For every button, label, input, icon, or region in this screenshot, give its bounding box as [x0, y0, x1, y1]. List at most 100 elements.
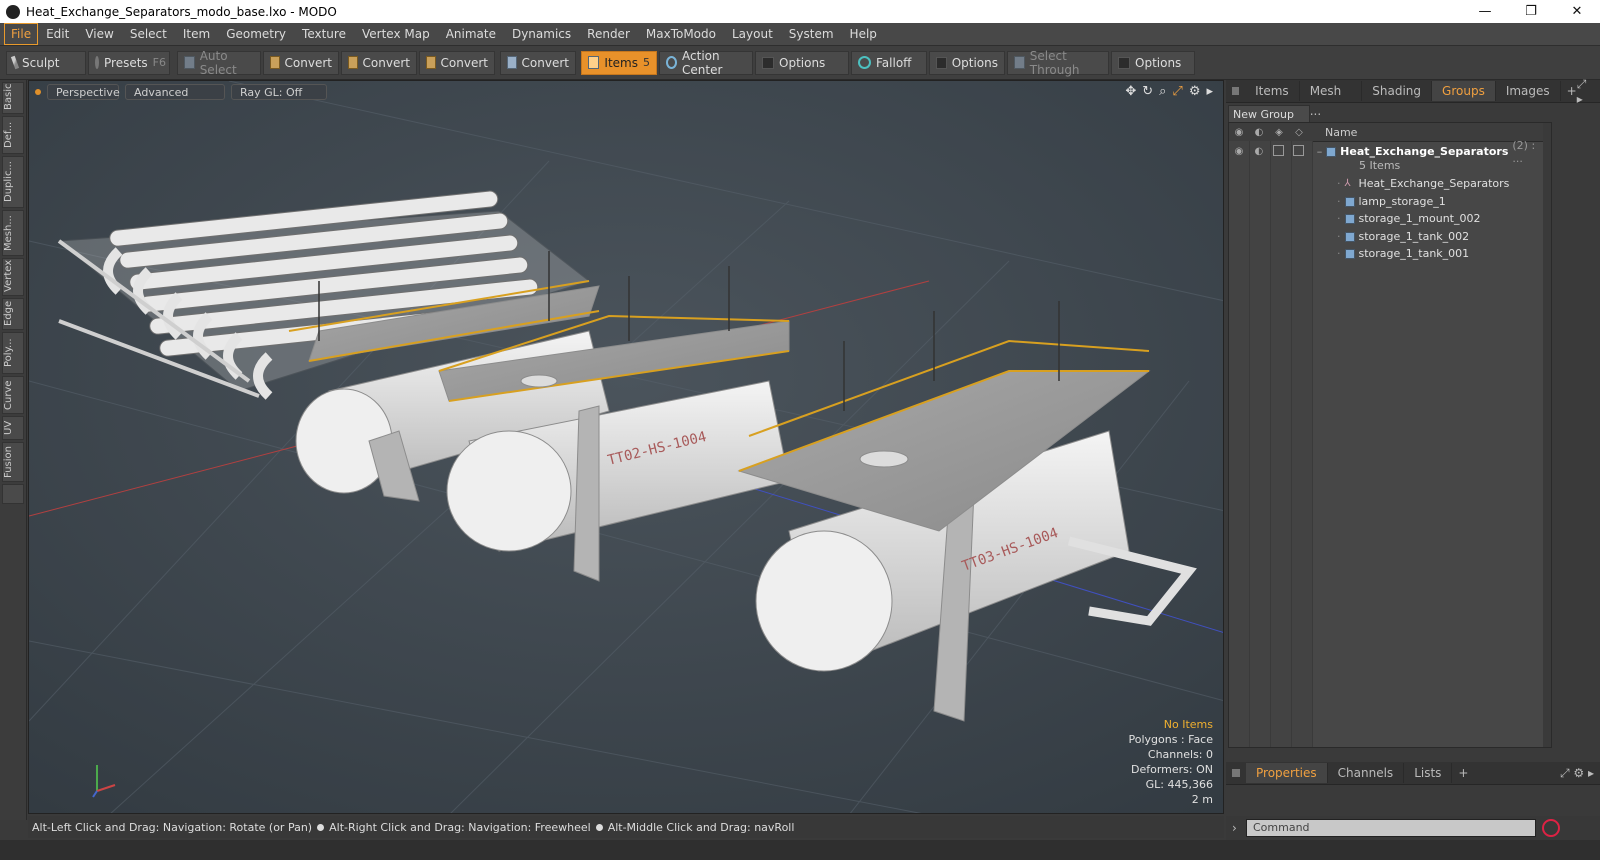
- panel-menu-dot[interactable]: [1232, 769, 1240, 777]
- child-name: Heat_Exchange_Separators: [1358, 177, 1510, 190]
- tab-groups[interactable]: Groups: [1432, 81, 1496, 101]
- tab-shading[interactable]: Shading: [1362, 81, 1433, 101]
- menu-maxtomodo[interactable]: MaxToModo: [638, 24, 724, 44]
- panel-menu-dot[interactable]: [1232, 87, 1240, 95]
- viewport-menu-dot[interactable]: [35, 89, 41, 95]
- select-toggle[interactable]: [1289, 144, 1309, 159]
- tab-mesh[interactable]: Mesh...: [2, 210, 24, 256]
- tab-properties[interactable]: Properties: [1246, 763, 1328, 783]
- options-label: Options: [1135, 55, 1182, 70]
- tree-scrollbar[interactable]: [1543, 123, 1551, 747]
- action-center-button[interactable]: Action Center: [659, 49, 753, 77]
- tab-deform[interactable]: Def...: [2, 116, 24, 154]
- zoom-icon[interactable]: ⌕: [1159, 84, 1166, 99]
- shading-dropdown[interactable]: Advanced: [125, 84, 225, 100]
- tab-edge[interactable]: Edge: [2, 298, 24, 330]
- menu-edit[interactable]: Edit: [38, 24, 77, 44]
- group-child-row[interactable]: · storage_1_tank_002: [1337, 228, 1469, 245]
- child-name: storage_1_tank_001: [1358, 247, 1470, 260]
- menu-layout[interactable]: Layout: [724, 24, 781, 44]
- tab-items[interactable]: Items: [1245, 81, 1300, 101]
- view-type-dropdown[interactable]: Perspective: [47, 84, 120, 100]
- restore-button[interactable]: ❐: [1508, 0, 1554, 23]
- eye-icon[interactable]: ◉: [1229, 146, 1249, 157]
- menu-animate[interactable]: Animate: [438, 24, 504, 44]
- menu-system[interactable]: System: [781, 24, 842, 44]
- group-child-row[interactable]: · lamp_storage_1: [1337, 193, 1446, 210]
- lock-toggle[interactable]: [1269, 144, 1289, 159]
- tab-images[interactable]: Images: [1496, 81, 1561, 101]
- select-through-button[interactable]: Select Through: [1007, 48, 1109, 77]
- panel-tabs: Items Mesh ... Shading Groups Images + ⤢…: [1226, 77, 1600, 118]
- convert-button-3[interactable]: Convert: [419, 50, 495, 75]
- menu-file[interactable]: File: [4, 23, 39, 45]
- sculpt-button[interactable]: Sculpt: [6, 50, 86, 75]
- eye-icon[interactable]: ◉: [1229, 127, 1249, 138]
- menu-render[interactable]: Render: [579, 24, 638, 44]
- presets-shortcut: F6: [152, 56, 166, 69]
- expand-icon[interactable]: ⤢ ⚙ ▸: [1560, 766, 1594, 781]
- mesh-icon: [1344, 231, 1355, 242]
- tab-channels[interactable]: Channels: [1328, 763, 1405, 783]
- group-child-row[interactable]: · storage_1_tank_001: [1337, 245, 1469, 262]
- convert-button-2[interactable]: Convert: [341, 50, 417, 75]
- chevron-right-icon[interactable]: ▸: [1206, 84, 1213, 99]
- select-through-label: Select Through: [1029, 48, 1080, 77]
- select-icon[interactable]: ◇: [1289, 127, 1309, 138]
- tab-fusion[interactable]: Fusion: [2, 442, 24, 482]
- menu-view[interactable]: View: [77, 24, 121, 44]
- auto-select-button[interactable]: Auto Select: [177, 49, 261, 77]
- group-child-row[interactable]: · ⅄ Heat_Exchange_Separators: [1337, 175, 1509, 192]
- tab-uv[interactable]: UV: [2, 416, 24, 440]
- record-icon[interactable]: [1542, 819, 1560, 837]
- tab-curve[interactable]: Curve: [2, 376, 24, 414]
- tab-extra[interactable]: [2, 484, 24, 504]
- falloff-button[interactable]: Falloff: [851, 50, 927, 75]
- tree-branch-icon: ·: [1337, 177, 1341, 190]
- convert-button-4[interactable]: Convert: [500, 50, 576, 75]
- add-tab-icon[interactable]: +: [1567, 84, 1577, 98]
- options-button-3[interactable]: Options: [1111, 50, 1195, 75]
- minimize-button[interactable]: —: [1462, 0, 1508, 23]
- add-tab-icon[interactable]: +: [1458, 766, 1468, 780]
- command-input[interactable]: Command: [1246, 819, 1536, 837]
- menu-item[interactable]: Item: [175, 24, 218, 44]
- render-icon[interactable]: ◐: [1249, 127, 1269, 138]
- tab-lists[interactable]: Lists: [1404, 763, 1453, 783]
- menu-texture[interactable]: Texture: [294, 24, 354, 44]
- lock-icon[interactable]: ◈: [1269, 127, 1289, 138]
- menu-dynamics[interactable]: Dynamics: [504, 24, 579, 44]
- menu-vertex-map[interactable]: Vertex Map: [354, 24, 438, 44]
- channels-status: Channels: 0: [1147, 748, 1213, 761]
- collapse-icon[interactable]: –: [1317, 145, 1323, 158]
- render-icon[interactable]: ◐: [1249, 146, 1269, 157]
- tab-polygon[interactable]: Poly...: [2, 332, 24, 374]
- expand-icon[interactable]: ⤢ ▸: [1577, 77, 1594, 106]
- options-button-2[interactable]: Options: [929, 50, 1005, 75]
- tree-branch-icon: ·: [1337, 247, 1341, 260]
- tab-mesh[interactable]: Mesh ...: [1300, 81, 1363, 118]
- tab-vertex[interactable]: Vertex: [2, 258, 24, 296]
- items-mode-button[interactable]: Items 5: [581, 50, 657, 75]
- convert-button-1[interactable]: Convert: [263, 50, 339, 75]
- 3d-viewport[interactable]: TT02-HS-1004 TT03-HS-1004 Perspective Ad…: [28, 80, 1224, 814]
- pan-icon[interactable]: ✥: [1125, 84, 1136, 99]
- raygl-dropdown[interactable]: Ray GL: Off: [231, 84, 327, 100]
- options-button-1[interactable]: Options: [755, 50, 849, 75]
- tab-duplicate[interactable]: Duplic...: [2, 156, 24, 208]
- gear-icon[interactable]: ⚙: [1189, 84, 1201, 99]
- close-button[interactable]: ✕: [1554, 0, 1600, 23]
- menu-geometry[interactable]: Geometry: [218, 24, 294, 44]
- tab-basic[interactable]: Basic: [2, 82, 24, 114]
- group-child-row[interactable]: · storage_1_mount_002: [1337, 210, 1480, 227]
- menu-help[interactable]: Help: [842, 24, 885, 44]
- status-hint-roll: Alt-Middle Click and Drag: navRoll: [607, 820, 795, 834]
- rotate-icon[interactable]: ↻: [1142, 84, 1153, 99]
- menu-select[interactable]: Select: [122, 24, 175, 44]
- status-bar: Alt-Left Click and Drag: Navigation: Rot…: [28, 816, 1224, 838]
- fit-icon[interactable]: ⤢: [1172, 84, 1182, 99]
- presets-button[interactable]: Presets F6: [88, 50, 170, 75]
- convert-icon: [348, 56, 358, 69]
- window-title: Heat_Exchange_Separators_modo_base.lxo -…: [26, 4, 337, 19]
- action-center-icon: [666, 56, 678, 69]
